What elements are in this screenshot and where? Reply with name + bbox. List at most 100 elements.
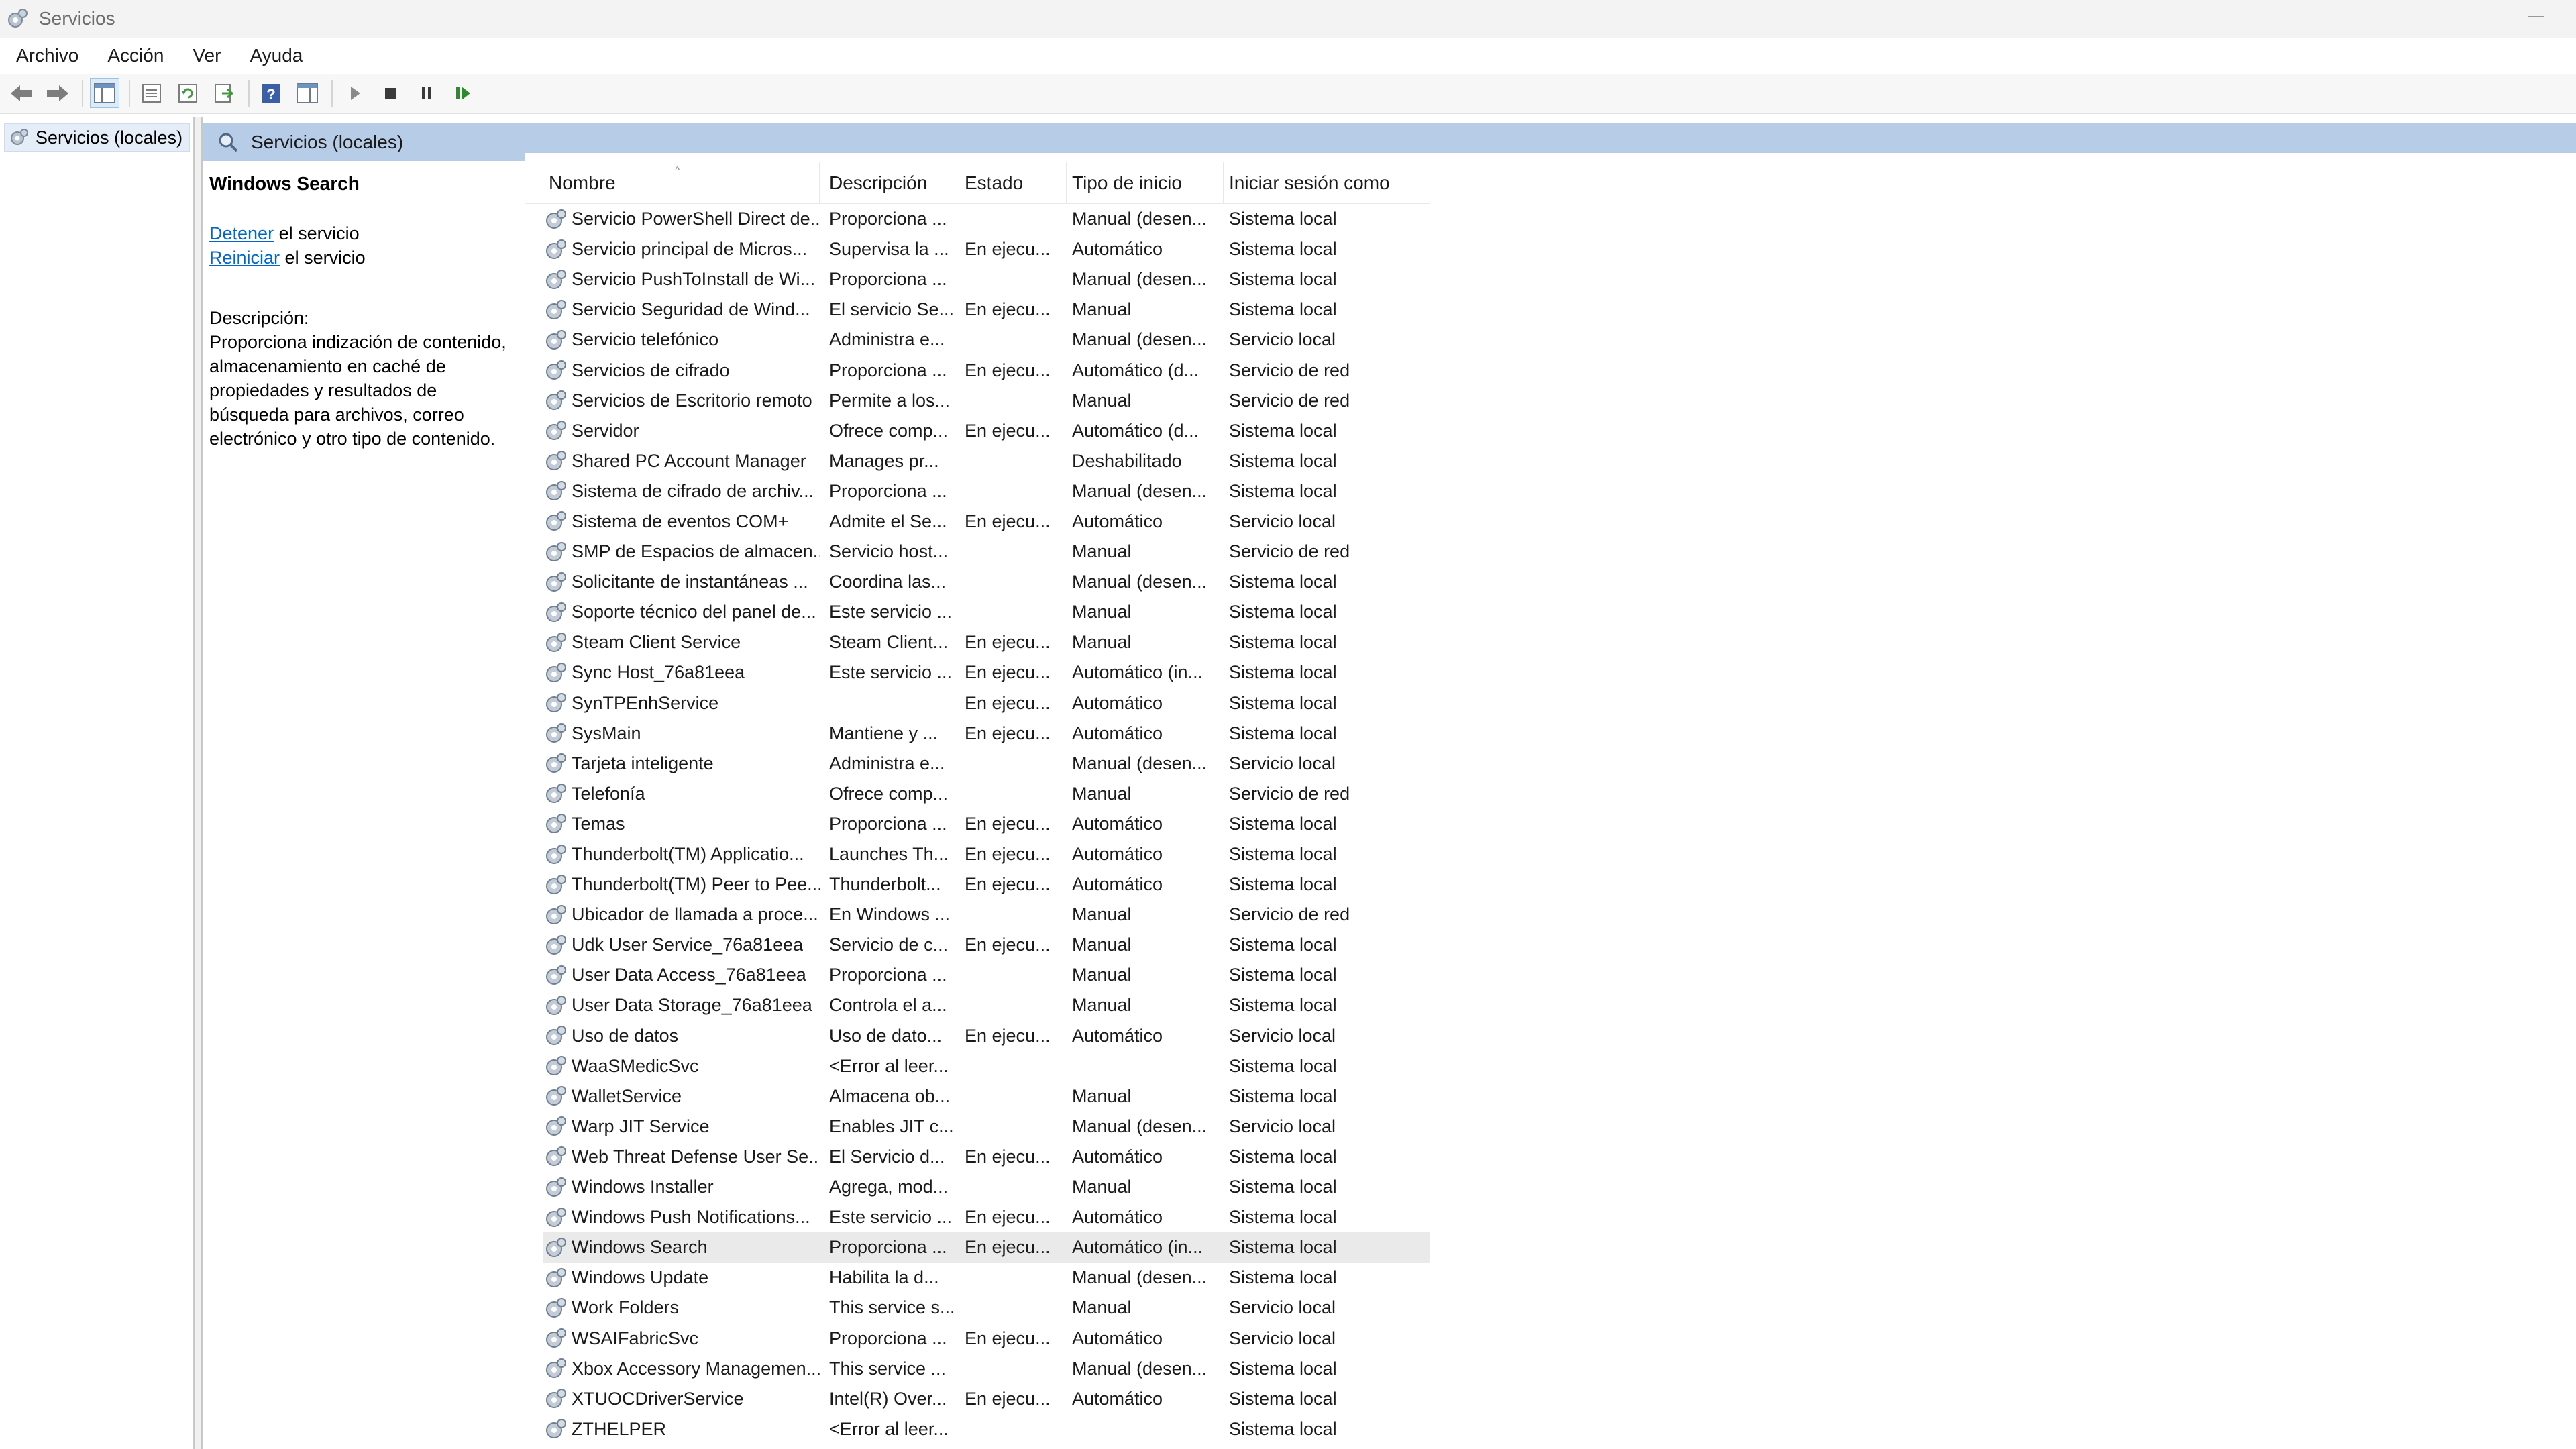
cell-log-on-as: Sistema local [1229, 934, 1337, 955]
cell-startup-type: Automático [1072, 722, 1163, 743]
table-row[interactable]: Solicitante de instantáneas ... Coordina … [543, 567, 1430, 597]
restart-service-button[interactable] [448, 78, 478, 108]
table-row[interactable]: Windows Update Habilita la d... Manual (de… [543, 1263, 1430, 1293]
menu-ver[interactable]: Ver [193, 45, 221, 66]
table-row[interactable]: Soporte técnico del panel de... Este serv… [543, 597, 1430, 627]
cell-startup-type: Automático [1072, 511, 1163, 531]
services-list: ^ Nombre Descripción Estado Tipo de inic… [525, 153, 2576, 1449]
column-header-name[interactable]: ^ Nombre [525, 162, 820, 204]
column-header-status[interactable]: Estado [959, 162, 1067, 204]
service-name: Telefonía [572, 783, 645, 804]
table-row[interactable]: Thunderbolt(TM) Applicatio... Launches Th… [543, 839, 1430, 869]
service-gear-icon [546, 1237, 566, 1257]
column-header-log-on-as[interactable]: Iniciar sesión como [1224, 162, 1430, 204]
cell-description: Proporciona ... [829, 1328, 947, 1348]
table-row[interactable]: Sistema de cifrado de archiv... Proporcio… [543, 476, 1430, 506]
tree-item-services-local[interactable]: Servicios (locales) [4, 123, 191, 152]
service-name: SMP de Espacios de almacen... [572, 541, 820, 562]
service-gear-icon [546, 572, 566, 592]
show-action-pane-button[interactable] [292, 78, 322, 108]
menu-archivo[interactable]: Archivo [16, 45, 78, 66]
table-row[interactable]: Steam Client Service Steam Client... En ej… [543, 627, 1430, 657]
table-row[interactable]: Thunderbolt(TM) Peer to Pee... Thunderbol… [543, 869, 1430, 900]
stop-service-link[interactable]: Detener [209, 223, 274, 244]
table-row[interactable]: WSAIFabricSvc Proporciona ... En ejecu... A… [543, 1323, 1430, 1353]
table-row[interactable]: Tarjeta inteligente Administra e... Manual… [543, 749, 1430, 779]
properties-button[interactable] [137, 78, 166, 108]
table-row[interactable]: Servicio principal de Micros... Supervisa… [543, 234, 1430, 264]
selected-service-name: Windows Search [209, 173, 360, 194]
table-row[interactable]: SynTPEnhService En ejecu... Automático Sist… [543, 688, 1430, 718]
cell-status: En ejecu... [965, 692, 1051, 713]
column-header-description[interactable]: Descripción [820, 162, 959, 204]
table-row[interactable]: Servicios de cifrado Proporciona ... En ej… [543, 355, 1430, 385]
cell-startup-type: Automático [1072, 1207, 1163, 1228]
table-row[interactable]: Temas Proporciona ... En ejecu... Automátic… [543, 809, 1430, 839]
cell-status: En ejecu... [965, 299, 1051, 320]
play-icon [351, 87, 360, 100]
restart-service-link[interactable]: Reiniciar [209, 248, 280, 268]
cell-status: En ejecu... [965, 239, 1051, 260]
toolbar: ? [0, 74, 2576, 114]
service-name: Work Folders [572, 1297, 680, 1318]
table-row[interactable]: SysMain Mantiene y ... En ejecu... Automáti… [543, 718, 1430, 749]
services-gear-icon [11, 129, 28, 145]
table-row[interactable]: Warp JIT Service Enables JIT c... Manual (… [543, 1112, 1430, 1142]
table-row[interactable]: ZTHELPER <Error al leer... Sistema local [543, 1414, 1430, 1444]
table-row[interactable]: Windows Search Proporciona ... En ejecu...… [543, 1232, 1430, 1263]
table-row[interactable]: Servicio PushToInstall de Wi... Proporcio… [543, 264, 1430, 294]
menu-accion[interactable]: Acción [107, 45, 164, 66]
cell-status: En ejecu... [965, 632, 1051, 653]
export-list-button[interactable] [209, 78, 239, 108]
cell-log-on-as: Sistema local [1229, 844, 1337, 865]
start-service-button[interactable] [339, 78, 369, 108]
table-row[interactable]: Uso de datos Uso de dato... En ejecu... Aut… [543, 1021, 1430, 1051]
table-row[interactable]: SMP de Espacios de almacen... Servicio ho… [543, 537, 1430, 567]
cell-name: Servicio Seguridad de Wind... [543, 298, 820, 322]
forward-button[interactable] [43, 78, 72, 108]
service-name: Servicio principal de Micros... [572, 239, 808, 260]
table-row[interactable]: Xbox Accessory Managemen... This service … [543, 1354, 1430, 1384]
table-row[interactable]: Shared PC Account Manager Manages pr... De… [543, 446, 1430, 476]
table-row[interactable]: Windows Push Notifications... Este servic… [543, 1202, 1430, 1232]
table-row[interactable]: Sync Host_76a81eea Este servicio ... En ej… [543, 657, 1430, 688]
table-row[interactable]: Telefonía Ofrece comp... Manual Servicio de… [543, 779, 1430, 809]
table-row[interactable]: Windows Installer Agrega, mod... Manual Sis… [543, 1172, 1430, 1202]
help-button[interactable]: ? [256, 78, 286, 108]
cell-startup-type: Automático (in... [1072, 1237, 1203, 1258]
service-gear-icon [546, 1026, 566, 1046]
refresh-button[interactable] [173, 78, 203, 108]
table-row[interactable]: Servicio PowerShell Direct de... Proporci… [543, 204, 1430, 234]
table-row[interactable]: Servicios de Escritorio remoto Permite a … [543, 386, 1430, 416]
table-row[interactable]: Web Threat Defense User Se... El Servicio… [543, 1142, 1430, 1172]
table-row[interactable]: Udk User Service_76a81eea Servicio de c..… [543, 930, 1430, 960]
cell-description: Proporciona ... [829, 480, 947, 501]
back-button[interactable] [7, 78, 36, 108]
table-row[interactable]: Sistema de eventos COM+ Admite el Se... En… [543, 506, 1430, 537]
show-hide-console-tree-button[interactable] [90, 78, 119, 108]
table-row[interactable]: User Data Storage_76a81eea Controla el a.… [543, 990, 1430, 1020]
service-name: Servicio Seguridad de Wind... [572, 299, 810, 320]
table-row[interactable]: Servicio Seguridad de Wind... El servicio… [543, 294, 1430, 325]
table-row[interactable]: Work Folders This service s... Manual Servi… [543, 1293, 1430, 1323]
service-gear-icon [546, 1116, 566, 1136]
table-row[interactable]: WaaSMedicSvc <Error al leer... Sistema loc… [543, 1051, 1430, 1081]
minimize-button[interactable] [2528, 16, 2544, 17]
table-row[interactable]: XTUOCDriverService Intel(R) Over... En eje… [543, 1384, 1430, 1414]
cell-startup-type: Automático [1072, 1388, 1163, 1409]
table-row[interactable]: WalletService Almacena ob... Manual Sistema… [543, 1081, 1430, 1112]
table-row[interactable]: Servicio telefónico Administra e... Manual… [543, 325, 1430, 355]
cell-startup-type: Manual (desen... [1072, 1267, 1208, 1288]
pane-splitter[interactable] [195, 117, 203, 1449]
menu-ayuda[interactable]: Ayuda [250, 45, 303, 66]
cell-log-on-as: Servicio de red [1229, 541, 1350, 562]
column-header-startup-type[interactable]: Tipo de inicio [1067, 162, 1224, 204]
service-details-pane: Windows Search Detener el servicio Reini… [203, 161, 525, 1449]
table-row[interactable]: Servidor Ofrece comp... En ejecu... Automát… [543, 416, 1430, 446]
service-name: User Data Storage_76a81eea [572, 995, 812, 1016]
pause-service-button[interactable] [412, 78, 441, 108]
table-row[interactable]: User Data Access_76a81eea Proporciona ...… [543, 960, 1430, 990]
table-row[interactable]: Ubicador de llamada a proce... En Windows… [543, 900, 1430, 930]
stop-service-button[interactable] [376, 78, 405, 108]
cell-name: Servicios de cifrado [543, 358, 820, 382]
